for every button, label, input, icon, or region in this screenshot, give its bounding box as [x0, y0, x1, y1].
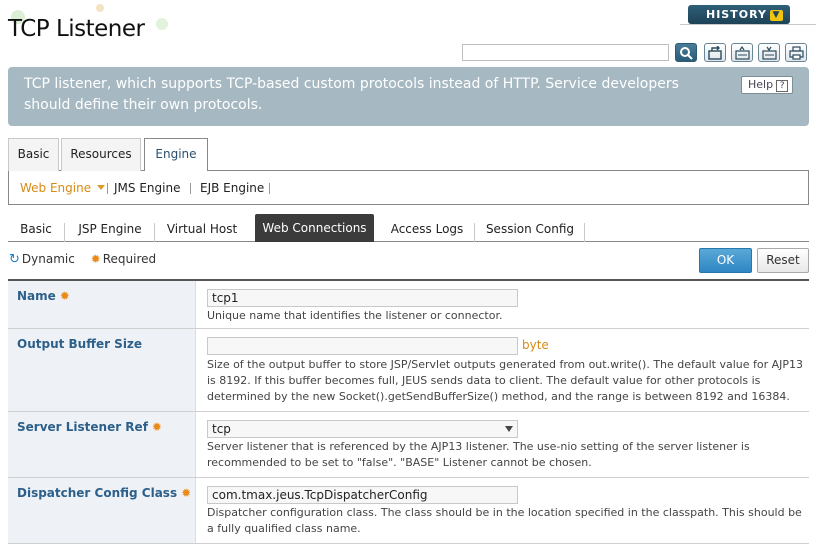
xml-export-button[interactable] — [731, 43, 753, 62]
nav-web-engine[interactable]: Web Engine — [20, 181, 106, 195]
triangle-down-icon — [97, 185, 106, 190]
main-tabs: Basic Resources Engine — [8, 138, 809, 172]
legend-required: Required — [102, 252, 157, 266]
divider — [154, 223, 155, 242]
page-title: TCP Listener — [8, 16, 145, 42]
nav-jms-engine[interactable]: JMS Engine — [114, 181, 180, 195]
web-engine-tabs: Basic JSP Engine Virtual Host Web Connec… — [8, 214, 809, 242]
xml-import-button[interactable] — [758, 43, 780, 62]
field-label: Name ✹ — [8, 281, 196, 328]
page-description: TCP listener, which supports TCP-based c… — [24, 76, 679, 113]
chevron-down-icon: ▼ — [769, 10, 783, 21]
required-icon: ✹ — [59, 289, 70, 303]
divider — [269, 183, 270, 194]
divider — [584, 223, 585, 242]
nav-ejb-engine[interactable]: EJB Engine — [200, 181, 264, 195]
tab-access-logs[interactable]: Access Logs — [386, 217, 468, 242]
search-icon — [680, 47, 693, 60]
output-buffer-size-input[interactable] — [207, 337, 518, 355]
reset-button[interactable]: Reset — [757, 248, 809, 273]
divider — [64, 223, 65, 242]
page-description-banner: TCP listener, which supports TCP-based c… — [8, 67, 809, 126]
print-icon — [789, 46, 804, 60]
decorative-circle — [156, 18, 168, 30]
legend: ↻ Dynamic ✹ Required — [9, 252, 156, 267]
export-button[interactable] — [704, 43, 726, 62]
field-description: Size of the output buffer to store JSP/S… — [207, 358, 804, 403]
decorative-circle — [96, 4, 104, 12]
field-description: Dispatcher configuration class. The clas… — [207, 506, 802, 535]
refresh-icon: ↻ — [9, 252, 20, 267]
divider — [190, 183, 191, 194]
tab-virtual-host[interactable]: Virtual Host — [161, 217, 243, 242]
form-row-server-listener-ref: Server Listener Ref ✹ tcp Server listener… — [8, 412, 809, 478]
tab-resources[interactable]: Resources — [61, 138, 141, 171]
divider — [107, 183, 108, 194]
form-row-dispatcher-config-class: Dispatcher Config Class ✹ com.tmax.jeus.T… — [8, 478, 809, 544]
ok-button[interactable]: OK — [699, 248, 752, 273]
help-label: Help — [748, 78, 774, 91]
export-icon — [708, 46, 722, 60]
tab-web-basic[interactable]: Basic — [13, 217, 59, 242]
xml-export-icon — [735, 46, 750, 60]
server-listener-ref-select[interactable]: tcp — [207, 420, 518, 438]
name-input[interactable]: tcp1 — [207, 289, 518, 307]
tab-basic[interactable]: Basic — [8, 138, 59, 171]
divider — [680, 24, 816, 25]
dispatcher-config-class-input[interactable]: com.tmax.jeus.TcpDispatcherConfig — [207, 486, 518, 504]
tab-web-connections[interactable]: Web Connections — [255, 214, 374, 242]
search-input[interactable] — [462, 44, 669, 61]
engine-nav: Web Engine JMS Engine EJB Engine — [8, 171, 809, 205]
help-button[interactable]: Help? — [741, 76, 793, 94]
tab-jsp-engine[interactable]: JSP Engine — [71, 217, 149, 242]
required-icon: ✹ — [151, 420, 162, 434]
question-icon: ? — [776, 80, 789, 92]
tab-session-config[interactable]: Session Config — [480, 217, 580, 242]
field-label: Dispatcher Config Class ✹ — [8, 478, 196, 543]
divider — [474, 223, 475, 242]
field-label: Output Buffer Size — [8, 329, 196, 411]
required-icon: ✹ — [181, 486, 192, 500]
settings-form: Name ✹ tcp1 Unique name that identifies t… — [8, 279, 809, 544]
dropdown-arrow-icon — [505, 426, 513, 432]
field-description: Server listener that is referenced by th… — [207, 440, 750, 469]
form-row-name: Name ✹ tcp1 Unique name that identifies t… — [8, 281, 809, 329]
xml-import-icon — [762, 46, 777, 60]
print-button[interactable] — [785, 43, 807, 62]
field-description: Unique name that identifies the listener… — [207, 309, 503, 322]
tab-engine[interactable]: Engine — [144, 138, 208, 172]
form-row-output-buffer-size: Output Buffer Size byte Size of the outp… — [8, 329, 809, 412]
legend-dynamic: Dynamic — [21, 252, 75, 266]
field-label: Server Listener Ref ✹ — [8, 412, 196, 477]
required-icon: ✹ — [90, 252, 101, 266]
history-button[interactable]: HISTORY ▼ — [688, 5, 790, 24]
history-label: HISTORY — [706, 8, 767, 21]
search-button[interactable] — [675, 43, 697, 62]
unit-label: byte — [522, 338, 549, 352]
